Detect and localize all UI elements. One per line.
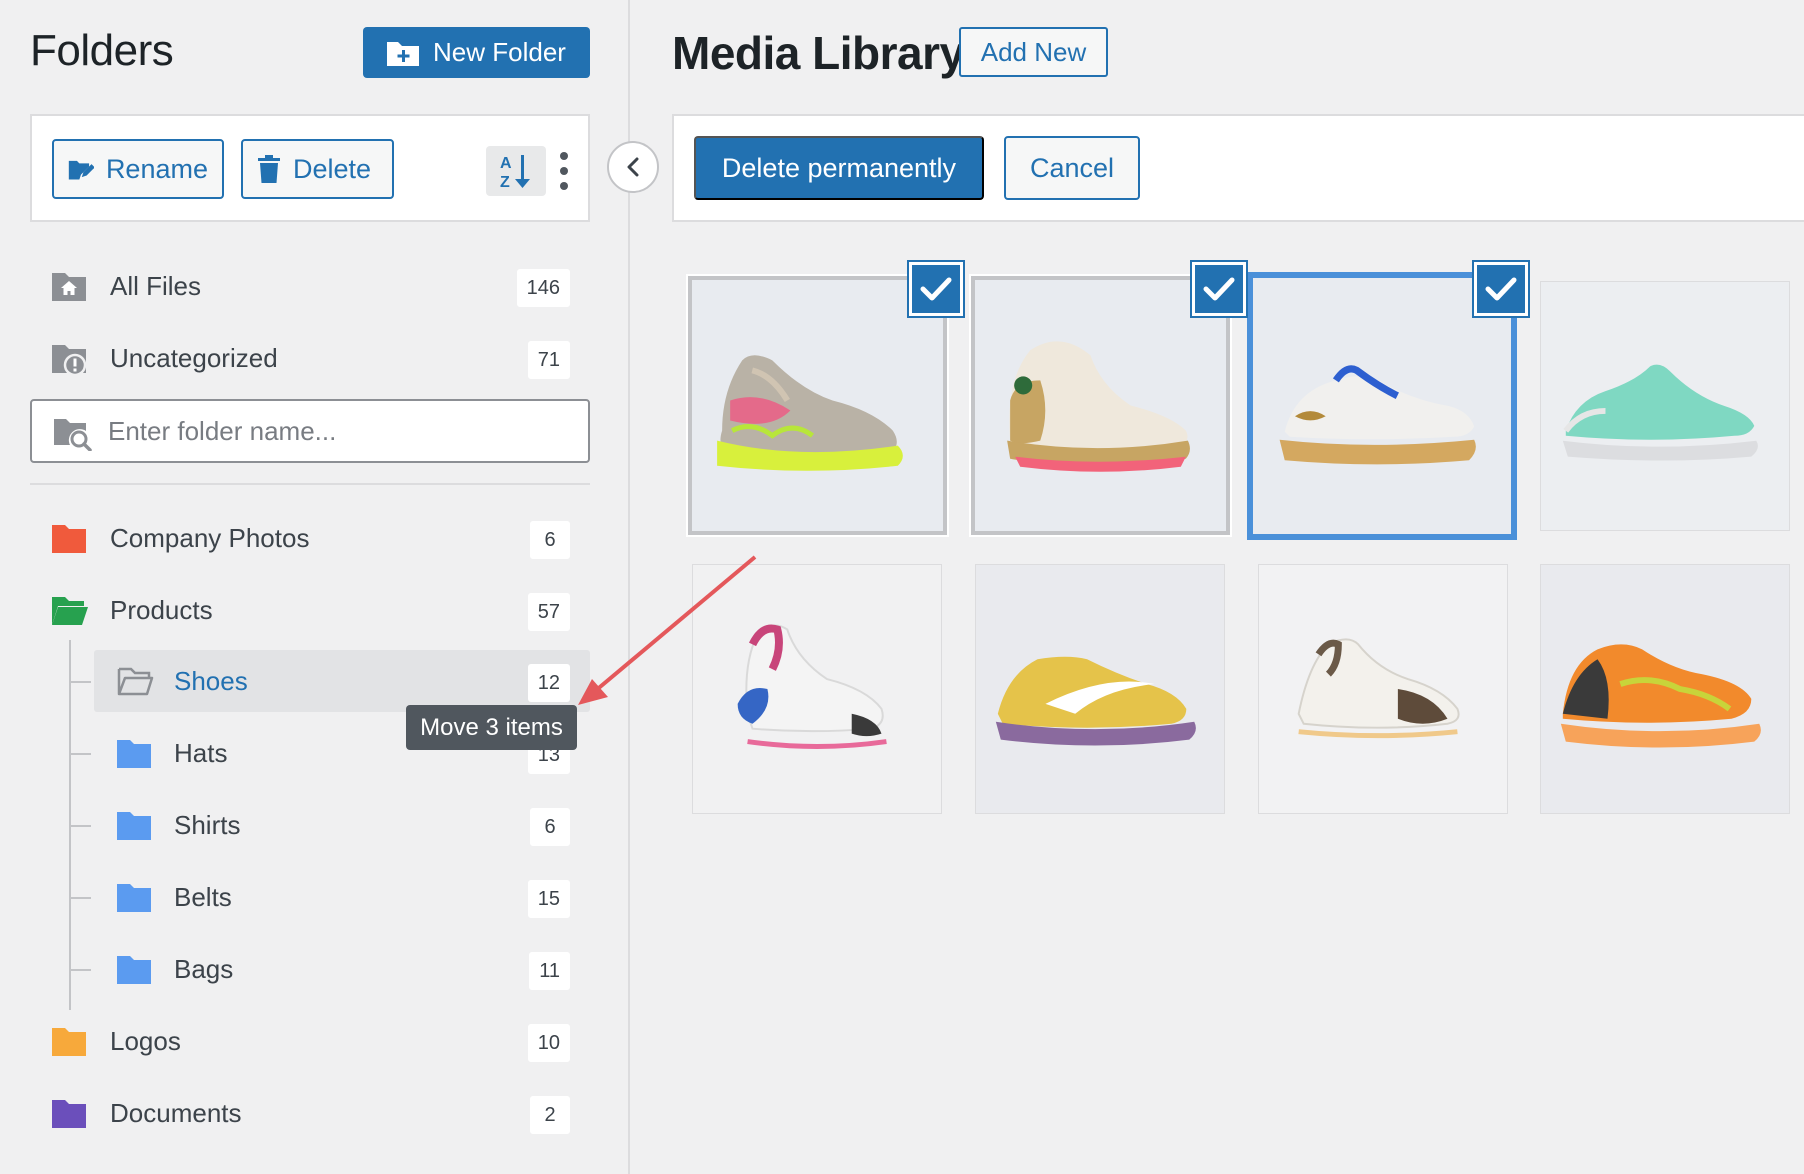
more-options-icon[interactable]: [552, 148, 576, 194]
media-tile-mint-trainer[interactable]: [1540, 281, 1790, 531]
folder-label: Logos: [110, 1025, 181, 1056]
new-folder-button[interactable]: New Folder: [363, 27, 590, 78]
folder-count-badge: 71: [527, 341, 570, 379]
add-new-button[interactable]: Add New: [959, 27, 1108, 77]
folder-label: Hats: [174, 737, 228, 768]
folder-icon: [52, 1100, 86, 1128]
folder-label: Bags: [174, 953, 234, 984]
folder-count-badge: 10: [527, 1024, 570, 1062]
folder-count-badge: 15: [527, 880, 570, 918]
sort-alpha-icon: A Z: [500, 155, 530, 189]
folder-search-input[interactable]: [108, 411, 568, 451]
folder-icon: [52, 1028, 86, 1056]
sneaker-thumbnail: [995, 656, 1196, 746]
sneaker-thumbnail: [1279, 365, 1476, 465]
folder-item-all-files[interactable]: All Files 146: [30, 255, 590, 317]
folder-search-field[interactable]: [30, 399, 590, 463]
folder-count-badge: 11: [529, 952, 570, 990]
folder-item-company-photos[interactable]: Company Photos 6: [30, 507, 590, 569]
folder-count-badge: 2: [530, 1096, 570, 1134]
folder-icon: [52, 525, 86, 553]
folder-label: Documents: [110, 1097, 242, 1128]
folders-sidebar: Folders New Folder Rename Delete A Z All…: [0, 0, 630, 1174]
rename-button[interactable]: Rename: [52, 139, 224, 199]
folder-label: Belts: [174, 881, 232, 912]
folder-count-badge: 57: [527, 593, 570, 631]
folder-count-badge: 6: [530, 521, 570, 559]
folder-item-shoes[interactable]: Shoes 12: [94, 650, 590, 712]
home-folder-icon: [52, 273, 86, 301]
folder-label: Shirts: [174, 809, 241, 840]
svg-text:Z: Z: [500, 174, 510, 189]
folder-toolbar: Rename Delete A Z: [30, 114, 590, 222]
folder-label: Uncategorized: [110, 342, 278, 373]
sneaker-thumbnail: [717, 355, 903, 471]
sneaker-thumbnail: [1007, 341, 1190, 472]
sidebar-title: Folders: [30, 26, 174, 75]
media-tile-white-brown-runner[interactable]: [1258, 564, 1508, 814]
folder-plus-icon: [387, 41, 419, 66]
delete-button[interactable]: Delete: [241, 139, 394, 199]
bulk-actions-bar: Delete permanently Cancel: [672, 114, 1804, 222]
folder-icon: [117, 740, 151, 768]
media-tile-yellow-purple-low-sneaker[interactable]: [975, 564, 1225, 814]
sidebar-divider: [30, 483, 590, 485]
folder-item-documents[interactable]: Documents 2: [30, 1082, 590, 1144]
folder-item-shirts[interactable]: Shirts 6: [30, 794, 590, 856]
edit-folder-icon: [68, 160, 94, 180]
folder-count-badge: 146: [516, 269, 570, 307]
selected-check-icon[interactable]: [909, 262, 963, 316]
rename-label: Rename: [105, 153, 208, 184]
sneaker-thumbnail: [1297, 638, 1460, 739]
page-title: Media Library: [672, 27, 965, 79]
delete-permanently-button[interactable]: Delete permanently: [694, 136, 984, 200]
folder-label: Products: [110, 594, 213, 625]
delete-label: Delete: [293, 153, 372, 184]
folder-open-outline-icon: [117, 667, 154, 696]
folder-item-belts[interactable]: Belts 15: [30, 866, 590, 928]
media-tile-orange-black-runner[interactable]: [1540, 564, 1790, 814]
sneaker-thumbnail: [737, 624, 887, 750]
folder-icon: [117, 812, 151, 840]
folder-icon: [117, 956, 151, 984]
trash-icon: [258, 155, 280, 183]
folder-icon: [117, 884, 151, 912]
selected-check-icon[interactable]: [1474, 262, 1528, 316]
folder-item-uncategorized[interactable]: Uncategorized 71: [30, 327, 590, 389]
sneaker-thumbnail: [1560, 644, 1761, 748]
uncategorized-folder-icon: [52, 345, 87, 377]
cancel-button[interactable]: Cancel: [1004, 136, 1140, 200]
sort-button[interactable]: A Z: [486, 146, 546, 196]
media-tile-pink-white-chunky-sneaker[interactable]: [692, 564, 942, 814]
folder-label: Shoes: [174, 665, 248, 696]
folder-label: Company Photos: [110, 522, 310, 553]
folder-count-badge: 12: [527, 664, 570, 702]
folder-item-bags[interactable]: Bags 11: [30, 938, 590, 1000]
folder-count-badge: 6: [530, 808, 570, 846]
new-folder-label: New Folder: [433, 37, 566, 67]
collapse-sidebar-button[interactable]: [607, 141, 659, 193]
folder-open-icon: [52, 597, 88, 625]
folder-label: All Files: [110, 270, 202, 301]
folder-item-logos[interactable]: Logos 10: [30, 1010, 590, 1072]
selected-check-icon[interactable]: [1192, 262, 1246, 316]
folder-search-icon: [54, 419, 92, 451]
svg-text:A: A: [500, 155, 512, 172]
tree-connector: [69, 681, 91, 683]
move-items-tooltip: Move 3 items: [406, 705, 577, 750]
chevron-left-icon: [627, 157, 639, 177]
folder-item-products[interactable]: Products 57: [30, 579, 590, 641]
sneaker-thumbnail: [1562, 364, 1758, 461]
